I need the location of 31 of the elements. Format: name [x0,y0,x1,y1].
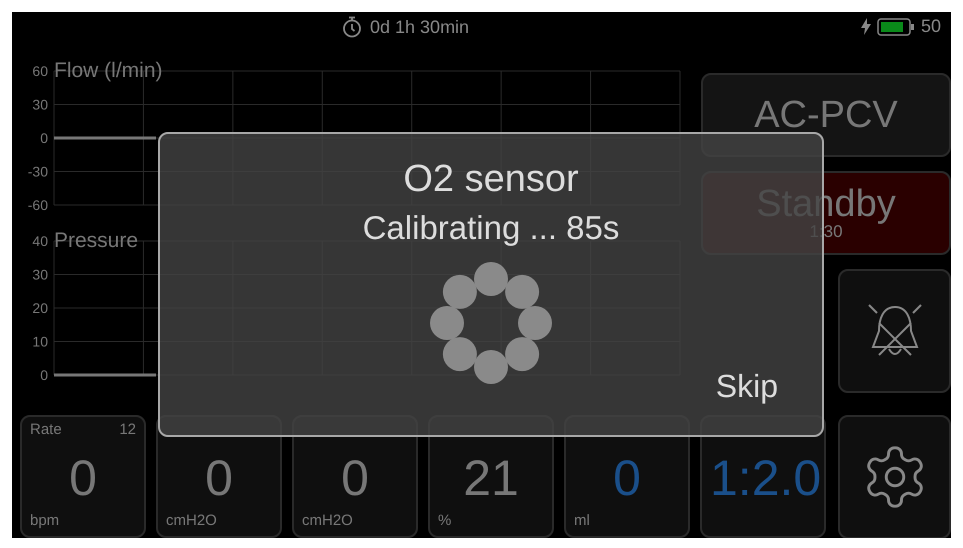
axis-tick-label: -60 [28,196,48,213]
tile-value: 0 [205,452,233,502]
axis-tick-label: 10 [32,333,48,350]
axis-tick-label: 60 [32,62,48,79]
tile-value: 0 [613,452,641,502]
tile-label: Rate [30,421,62,440]
chart-title: Pressure [54,228,138,253]
tile-unit: % [438,512,452,529]
battery-level: 50 [920,16,941,37]
axis-tick-label: 30 [32,266,48,282]
skip-button[interactable]: Skip [716,368,778,405]
dialog-message: Calibrating ... 85s [362,209,620,247]
axis-tick-label: -30 [28,163,48,180]
axis-tick-label: 0 [40,366,48,383]
parameter-tile[interactable]: Rate 12 0 bpm [20,415,146,538]
tile-unit: ml [574,512,590,529]
tile-unit: bpm [30,512,60,529]
tile-setting: 12 [119,421,136,440]
elapsed-time: 0d 1h 30min [370,16,470,38]
dialog-title: O2 sensor [403,158,579,201]
axis-tick-label: 20 [32,300,48,316]
chart-title: Flow (l/min) [54,58,162,83]
tile-unit: cmH2O [302,512,353,529]
tile-value: 1:2.0 [710,452,822,502]
axis-tick-label: 30 [32,96,48,112]
tile-value: 0 [341,452,369,502]
axis-tick-label: 40 [32,232,48,249]
tile-value: 0 [69,452,97,502]
tile-value: 21 [463,452,519,502]
tile-unit: cmH2O [166,512,217,529]
axis-tick-label: 0 [40,130,48,146]
